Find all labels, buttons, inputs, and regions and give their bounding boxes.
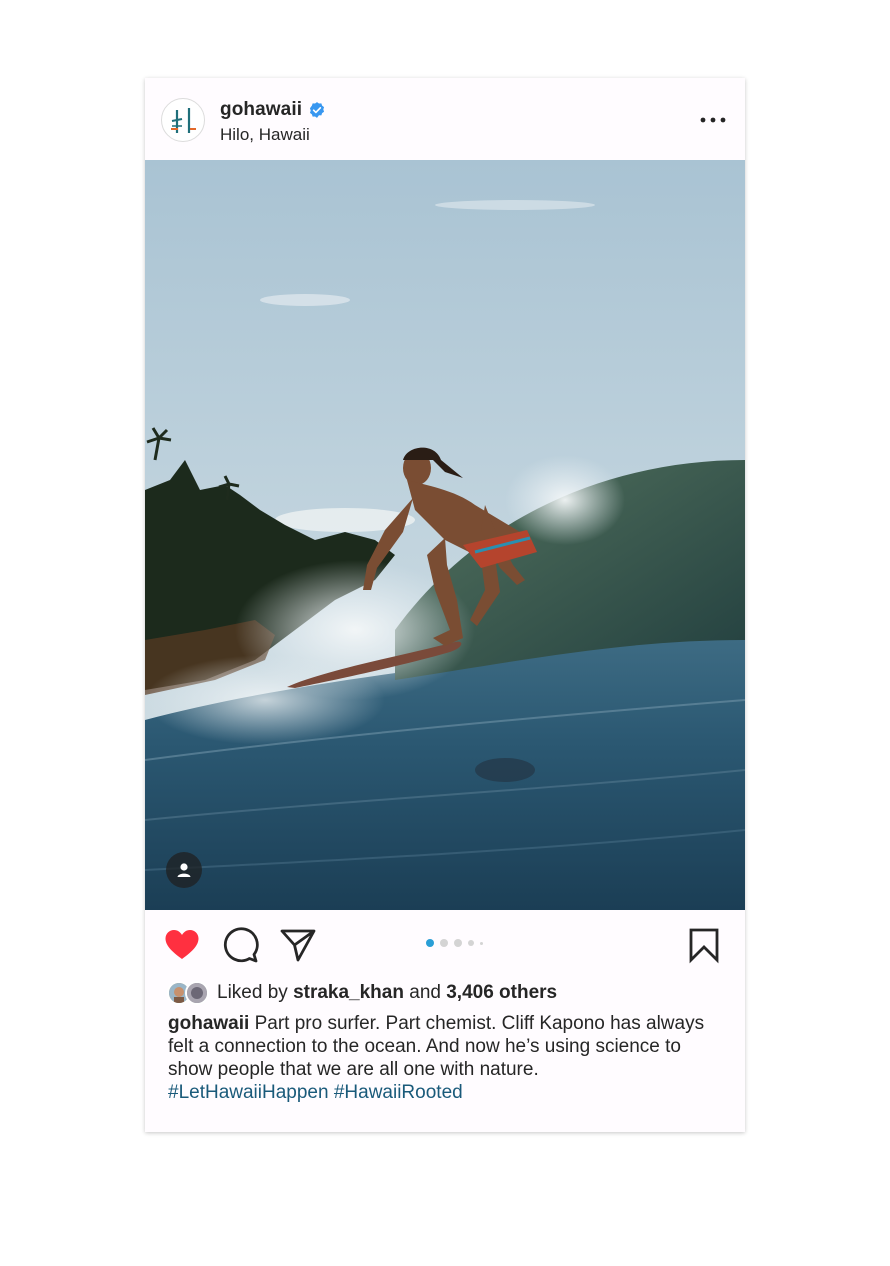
post-header: gohawaii Hilo, Hawaii	[145, 78, 745, 160]
carousel-dot-2	[440, 939, 448, 947]
likes-prefix: Liked by	[217, 982, 288, 1003]
profile-avatar[interactable]	[161, 98, 205, 142]
bookmark-icon[interactable]	[685, 926, 723, 964]
surf-photo	[145, 160, 745, 910]
post-caption: gohawaii Part pro surfer. Part chemist. …	[168, 1012, 728, 1104]
post-location[interactable]: Hilo, Hawaii	[220, 125, 310, 145]
carousel-dot-4	[468, 940, 474, 946]
heart-filled-icon[interactable]	[163, 926, 201, 964]
carousel-dot-5	[480, 941, 483, 945]
tag-button[interactable]	[166, 852, 202, 888]
post-photo[interactable]	[145, 160, 745, 910]
caption-text: Part pro surfer. Part chemist. Cliff Kap…	[168, 1013, 705, 1080]
carousel-dot-1	[426, 939, 434, 947]
verified-badge-icon	[310, 102, 325, 118]
gohawaii-logo	[171, 108, 196, 133]
user-tag-icon	[177, 863, 191, 877]
caption-username[interactable]: gohawaii	[168, 1013, 249, 1034]
post-username[interactable]: gohawaii	[220, 99, 302, 121]
comment-icon[interactable]	[221, 926, 259, 964]
more-dots-icon[interactable]	[697, 110, 729, 130]
hashtag-link[interactable]: #LetHawaiiHappen	[168, 1082, 329, 1103]
username-row: gohawaii	[220, 98, 326, 122]
action-bar	[145, 910, 745, 980]
instagram-post: gohawaii Hilo, Hawaii Liked by straka_kh…	[145, 78, 745, 1132]
liker-username[interactable]: straka_khan	[293, 982, 404, 1004]
hashtag-link[interactable]: #HawaiiRooted	[334, 1082, 463, 1103]
paper-plane-icon[interactable]	[279, 926, 317, 964]
likes-others[interactable]: 3,406 others	[446, 982, 557, 1004]
liker-avatar	[185, 981, 209, 1005]
likes-joiner: and	[409, 982, 441, 1003]
carousel-dot-3	[454, 939, 462, 947]
likes-row: Liked by straka_khan and 3,406 others	[167, 978, 557, 1008]
liker-avatars	[167, 979, 217, 1007]
carousel-indicator	[426, 938, 483, 948]
